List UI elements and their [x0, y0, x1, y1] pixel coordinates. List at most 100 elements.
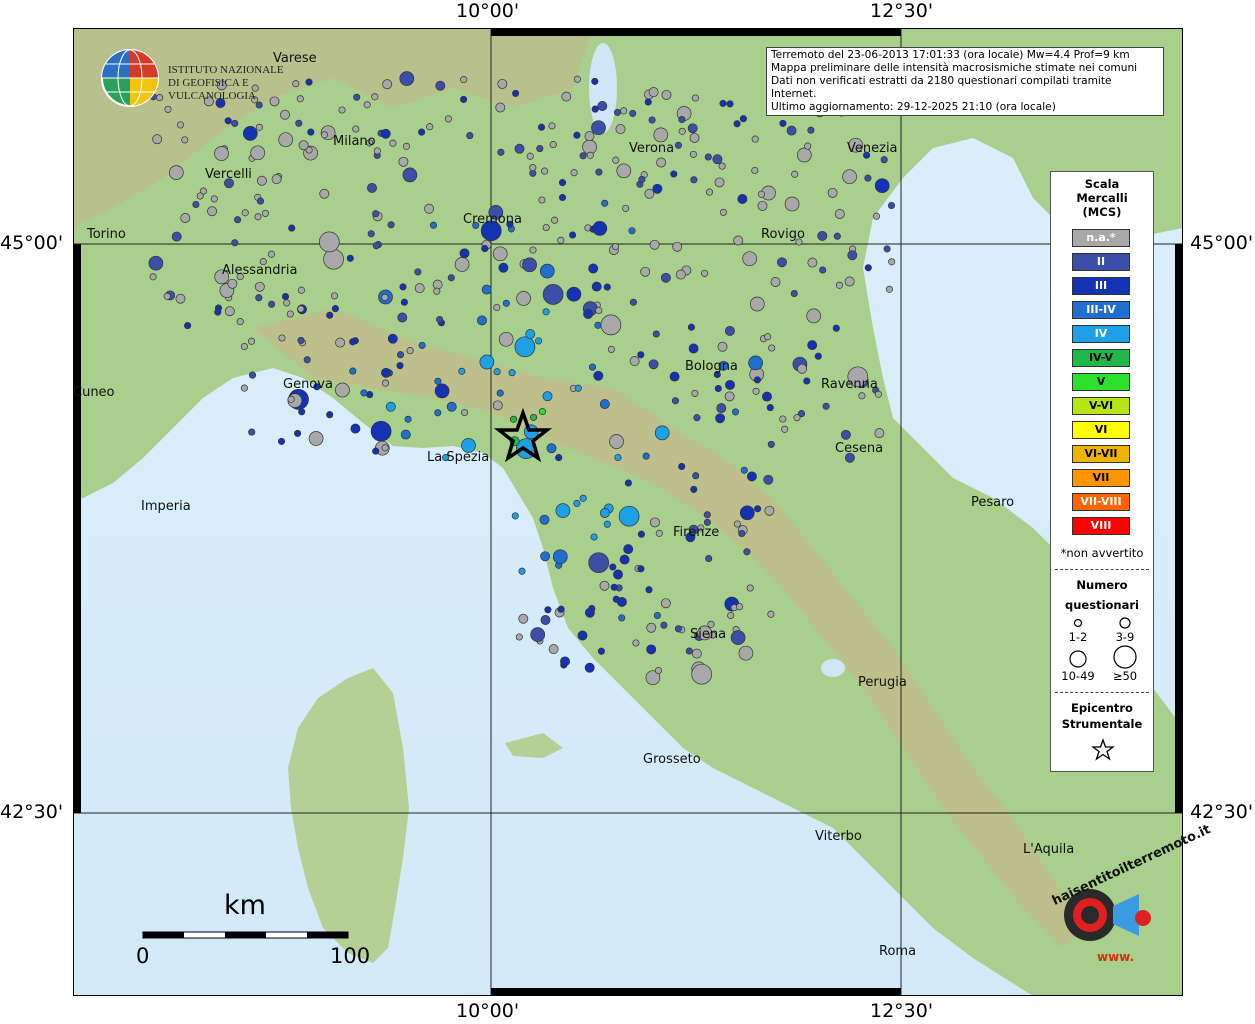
questionnaire-point[interactable]: [746, 584, 754, 592]
questionnaire-point[interactable]: [566, 286, 582, 302]
questionnaire-point[interactable]: [807, 257, 818, 268]
questionnaire-point[interactable]: [460, 76, 468, 84]
questionnaire-point[interactable]: [518, 613, 529, 624]
questionnaire-point[interactable]: [590, 533, 598, 541]
questionnaire-point[interactable]: [400, 298, 408, 306]
questionnaire-point[interactable]: [458, 367, 466, 375]
questionnaire-point[interactable]: [248, 371, 257, 379]
questionnaire-point[interactable]: [288, 224, 296, 232]
questionnaire-point[interactable]: [460, 95, 468, 103]
questionnaire-point[interactable]: [678, 115, 686, 124]
questionnaire-point[interactable]: [335, 382, 350, 398]
questionnaire-point[interactable]: [287, 395, 295, 403]
questionnaire-point[interactable]: [148, 255, 164, 271]
questionnaire-point[interactable]: [689, 150, 697, 158]
questionnaire-point[interactable]: [751, 166, 759, 175]
questionnaire-point[interactable]: [660, 621, 668, 629]
questionnaire-point[interactable]: [529, 246, 537, 254]
questionnaire-point[interactable]: [649, 239, 660, 250]
questionnaire-point[interactable]: [858, 392, 866, 400]
questionnaire-point[interactable]: [254, 213, 262, 221]
questionnaire-point[interactable]: [493, 368, 501, 376]
questionnaire-point[interactable]: [573, 131, 581, 139]
questionnaire-point[interactable]: [338, 106, 346, 114]
questionnaire-point[interactable]: [599, 580, 610, 591]
questionnaire-point[interactable]: [600, 314, 622, 336]
questionnaire-point[interactable]: [530, 627, 546, 642]
questionnaire-point[interactable]: [847, 250, 858, 261]
questionnaire-point[interactable]: [319, 188, 330, 199]
questionnaire-point[interactable]: [381, 444, 389, 452]
questionnaire-point[interactable]: [549, 141, 557, 149]
questionnaire-point[interactable]: [360, 389, 368, 397]
questionnaire-point[interactable]: [402, 142, 411, 150]
questionnaire-point[interactable]: [192, 200, 200, 209]
questionnaire-point[interactable]: [308, 431, 324, 446]
questionnaire-point[interactable]: [234, 216, 242, 224]
questionnaire-point[interactable]: [297, 336, 305, 344]
questionnaire-point[interactable]: [399, 71, 415, 86]
questionnaire-point[interactable]: [583, 309, 594, 319]
questionnaire-point[interactable]: [764, 333, 772, 341]
questionnaire-point[interactable]: [540, 615, 551, 625]
questionnaire-point[interactable]: [712, 154, 723, 165]
questionnaire-point[interactable]: [743, 548, 751, 556]
questionnaire-point[interactable]: [236, 318, 244, 326]
questionnaire-point[interactable]: [548, 644, 559, 655]
questionnaire-point[interactable]: [885, 285, 893, 293]
questionnaire-point[interactable]: [727, 611, 735, 620]
questionnaire-point[interactable]: [678, 462, 686, 471]
questionnaire-point[interactable]: [767, 610, 775, 618]
questionnaire-point[interactable]: [804, 142, 812, 150]
questionnaire-point[interactable]: [502, 299, 510, 307]
questionnaire-point[interactable]: [399, 283, 407, 291]
questionnaire-point[interactable]: [241, 209, 249, 217]
questionnaire-point[interactable]: [525, 329, 536, 340]
questionnaire-point[interactable]: [498, 262, 509, 273]
questionnaire-point[interactable]: [691, 389, 699, 397]
questionnaire-point[interactable]: [690, 176, 698, 184]
questionnaire-point[interactable]: [770, 277, 781, 287]
questionnaire-point[interactable]: [715, 413, 726, 424]
questionnaire-point[interactable]: [692, 472, 700, 480]
questionnaire-point[interactable]: [834, 209, 845, 219]
questionnaire-point[interactable]: [380, 128, 391, 139]
questionnaire-point[interactable]: [620, 107, 628, 115]
questionnaire-point[interactable]: [827, 187, 838, 198]
questionnaire-point[interactable]: [807, 126, 815, 134]
questionnaire-point[interactable]: [175, 293, 186, 304]
questionnaire-point[interactable]: [781, 425, 789, 433]
questionnaire-point[interactable]: [214, 308, 222, 316]
questionnaire-point[interactable]: [267, 250, 276, 258]
questionnaire-point[interactable]: [649, 517, 660, 528]
questionnaire-point[interactable]: [660, 598, 671, 609]
questionnaire-point[interactable]: [719, 208, 727, 216]
questionnaire-point[interactable]: [497, 148, 505, 156]
questionnaire-point[interactable]: [601, 199, 609, 207]
questionnaire-point[interactable]: [381, 379, 390, 387]
questionnaire-point[interactable]: [261, 209, 269, 217]
questionnaire-point[interactable]: [736, 603, 744, 611]
questionnaire-point[interactable]: [224, 117, 232, 125]
questionnaire-point[interactable]: [514, 143, 525, 154]
questionnaire-point[interactable]: [548, 122, 556, 130]
questionnaire-point[interactable]: [603, 283, 611, 291]
questionnaire-point[interactable]: [435, 80, 446, 91]
questionnaire-point[interactable]: [880, 156, 888, 164]
questionnaire-point[interactable]: [584, 607, 595, 618]
questionnaire-point[interactable]: [614, 453, 622, 462]
questionnaire-point[interactable]: [887, 201, 896, 210]
questionnaire-point[interactable]: [406, 347, 414, 355]
questionnaire-point[interactable]: [607, 345, 615, 353]
questionnaire-point[interactable]: [588, 552, 610, 574]
questionnaire-point[interactable]: [766, 404, 774, 412]
questionnaire-point[interactable]: [367, 230, 375, 238]
questionnaire-point[interactable]: [618, 614, 626, 622]
questionnaire-point[interactable]: [883, 245, 891, 253]
questionnaire-point[interactable]: [372, 447, 380, 455]
questionnaire-point[interactable]: [588, 263, 599, 274]
questionnaire-point[interactable]: [539, 514, 550, 525]
questionnaire-point[interactable]: [560, 656, 570, 667]
questionnaire-point[interactable]: [522, 257, 537, 273]
questionnaire-point[interactable]: [632, 639, 640, 647]
